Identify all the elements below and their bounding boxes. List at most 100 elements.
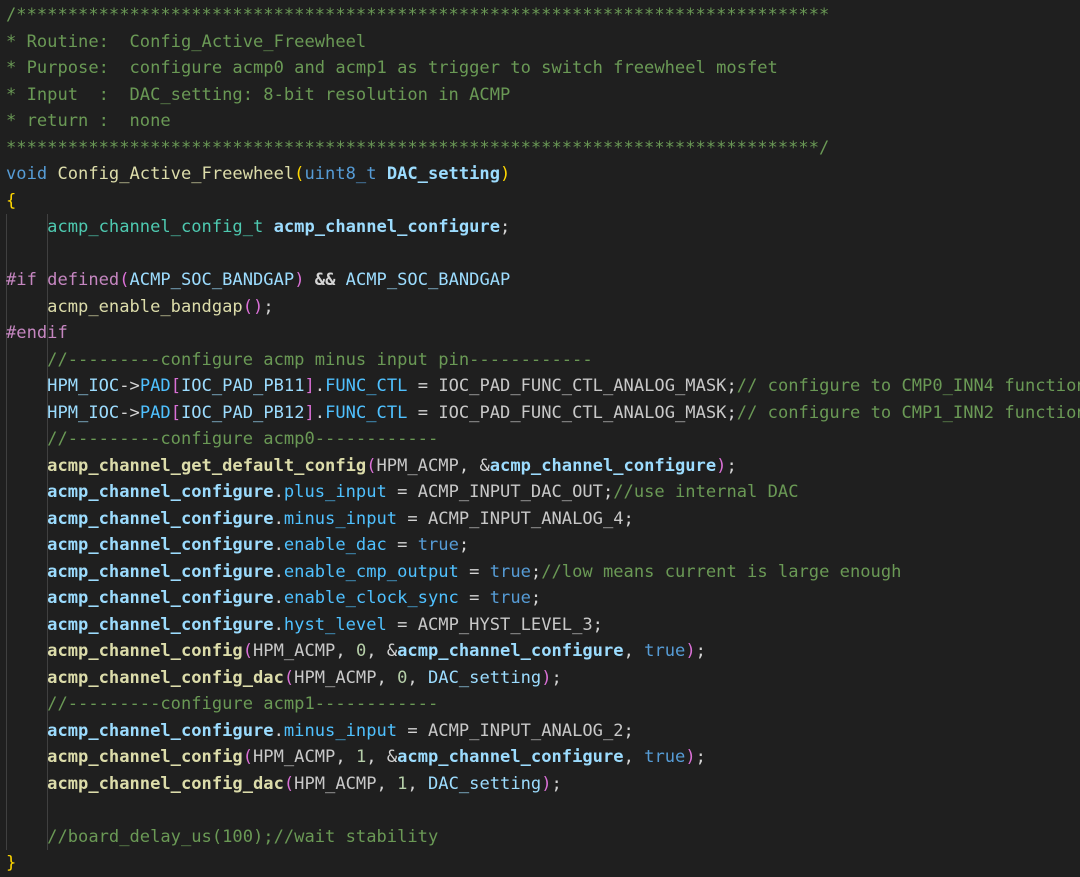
code-token: = [417,402,429,423]
code-token: ; [551,667,562,688]
code-token: ACMP_INPUT_ANALOG_2 [428,720,624,741]
code-token: FUNC_CTL [325,402,408,423]
code-token: true [489,561,531,582]
code-line[interactable]: acmp_channel_configure.hyst_level = ACMP… [6,611,1080,638]
indent-guide [47,797,49,824]
code-token: HPM_ACMP [294,667,377,688]
code-token: { [6,190,17,211]
code-line[interactable]: acmp_channel_configure.enable_clock_sync… [6,585,1080,612]
code-line[interactable]: /***************************************… [6,2,1080,29]
code-line[interactable]: ****************************************… [6,135,1080,162]
code-line[interactable]: * Input : DAC_setting: 8-bit resolution … [6,82,1080,109]
code-token: = [469,561,480,582]
code-token: acmp_channel_config_dac [47,667,284,688]
code-editor-pane[interactable]: /***************************************… [0,0,1080,873]
code-token: ( [366,455,377,476]
code-token: acmp_channel_configure [47,482,274,502]
code-token: ; [726,455,737,476]
code-token: ) [500,164,511,184]
code-token: ; [551,773,562,794]
code-line[interactable]: * Purpose: configure acmp0 and acmp1 as … [6,55,1080,82]
code-token: = [469,588,480,608]
code-token: = [397,482,408,502]
code-token: , [623,641,634,661]
code-line[interactable]: #endif [6,320,1080,347]
code-token: 1 [397,773,408,794]
code-token: ) [253,296,264,317]
code-token: * Input : DAC_setting: 8-bit resolution … [6,84,511,105]
code-line[interactable]: acmp_channel_configure.minus_input = ACM… [6,505,1080,532]
code-line[interactable]: * return : none [6,108,1080,135]
code-line[interactable]: * Routine: Config_Active_Freewheel [6,29,1080,56]
code-token: acmp_channel_get_default_config [47,455,367,476]
code-token: acmp_channel_config_dac [47,773,284,794]
code-line[interactable]: { [6,188,1080,215]
code-line[interactable]: acmp_channel_get_default_config(HPM_ACMP… [6,452,1080,479]
code-token: ] [304,376,315,396]
code-token: ; [726,402,737,423]
code-token: 1 [355,747,367,767]
code-token: ; [623,720,634,741]
code-token: HPM_ACMP [376,455,459,476]
code-token: HPM_IOC [47,376,120,396]
code-token: & [386,641,398,661]
code-line[interactable]: } [6,850,1080,877]
code-token: = [407,720,418,741]
code-line[interactable]: //---------configure acmp1------------ [6,691,1080,718]
code-line[interactable]: #if defined(ACMP_SOC_BANDGAP) && ACMP_SO… [6,267,1080,294]
code-token: = [417,376,429,396]
code-token: enable_dac [283,535,387,555]
code-line[interactable]: HPM_IOC->PAD[IOC_PAD_PB11].FUNC_CTL = IO… [6,373,1080,400]
code-token: , [376,773,387,794]
code-line[interactable]: acmp_channel_config(HPM_ACMP, 1, &acmp_c… [6,744,1080,771]
code-token: true [644,641,686,661]
code-line[interactable]: acmp_channel_config(HPM_ACMP, 0, &acmp_c… [6,638,1080,665]
code-token: acmp_channel_config [47,747,243,767]
code-line[interactable]: //---------configure acmp minus input pi… [6,346,1080,373]
code-line[interactable] [6,797,1080,824]
code-line[interactable]: acmp_channel_configure.enable_dac = true… [6,532,1080,559]
code-content[interactable]: /***************************************… [0,2,1080,877]
code-token: ) [716,455,727,476]
code-line[interactable]: HPM_IOC->PAD[IOC_PAD_PB12].FUNC_CTL = IO… [6,399,1080,426]
code-token: //---------configure acmp0------------ [47,429,439,449]
code-line[interactable]: //---------configure acmp0------------ [6,426,1080,453]
code-token: ) [541,773,552,794]
code-line[interactable]: void Config_Active_Freewheel(uint8_t DAC… [6,161,1080,188]
code-token: = [407,508,418,529]
code-token: , [335,641,346,661]
code-line[interactable]: //board_delay_us(100);//wait stability [6,823,1080,850]
code-line[interactable]: acmp_enable_bandgap(); [6,293,1080,320]
code-token: /***************************************… [6,5,830,25]
code-line[interactable]: acmp_channel_configure.plus_input = ACMP… [6,479,1080,506]
code-token: //---------configure acmp1------------ [47,694,439,714]
code-line[interactable]: acmp_channel_config_t acmp_channel_confi… [6,214,1080,241]
code-token: , [366,747,377,767]
code-line[interactable]: acmp_channel_config_dac(HPM_ACMP, 1, DAC… [6,770,1080,797]
code-token: [ [170,376,181,396]
code-line[interactable]: acmp_channel_config_dac(HPM_ACMP, 0, DAC… [6,664,1080,691]
code-token: 0 [355,641,367,661]
code-token: ( [119,270,130,290]
code-token: * Routine: Config_Active_Freewheel [6,31,367,52]
code-token: = [397,535,408,555]
code-line[interactable] [6,240,1080,267]
code-line[interactable]: acmp_channel_configure.enable_cmp_output… [6,558,1080,585]
code-token: ; [695,747,706,767]
code-line[interactable]: acmp_channel_configure.minus_input = ACM… [6,717,1080,744]
code-token: ( [283,773,295,794]
